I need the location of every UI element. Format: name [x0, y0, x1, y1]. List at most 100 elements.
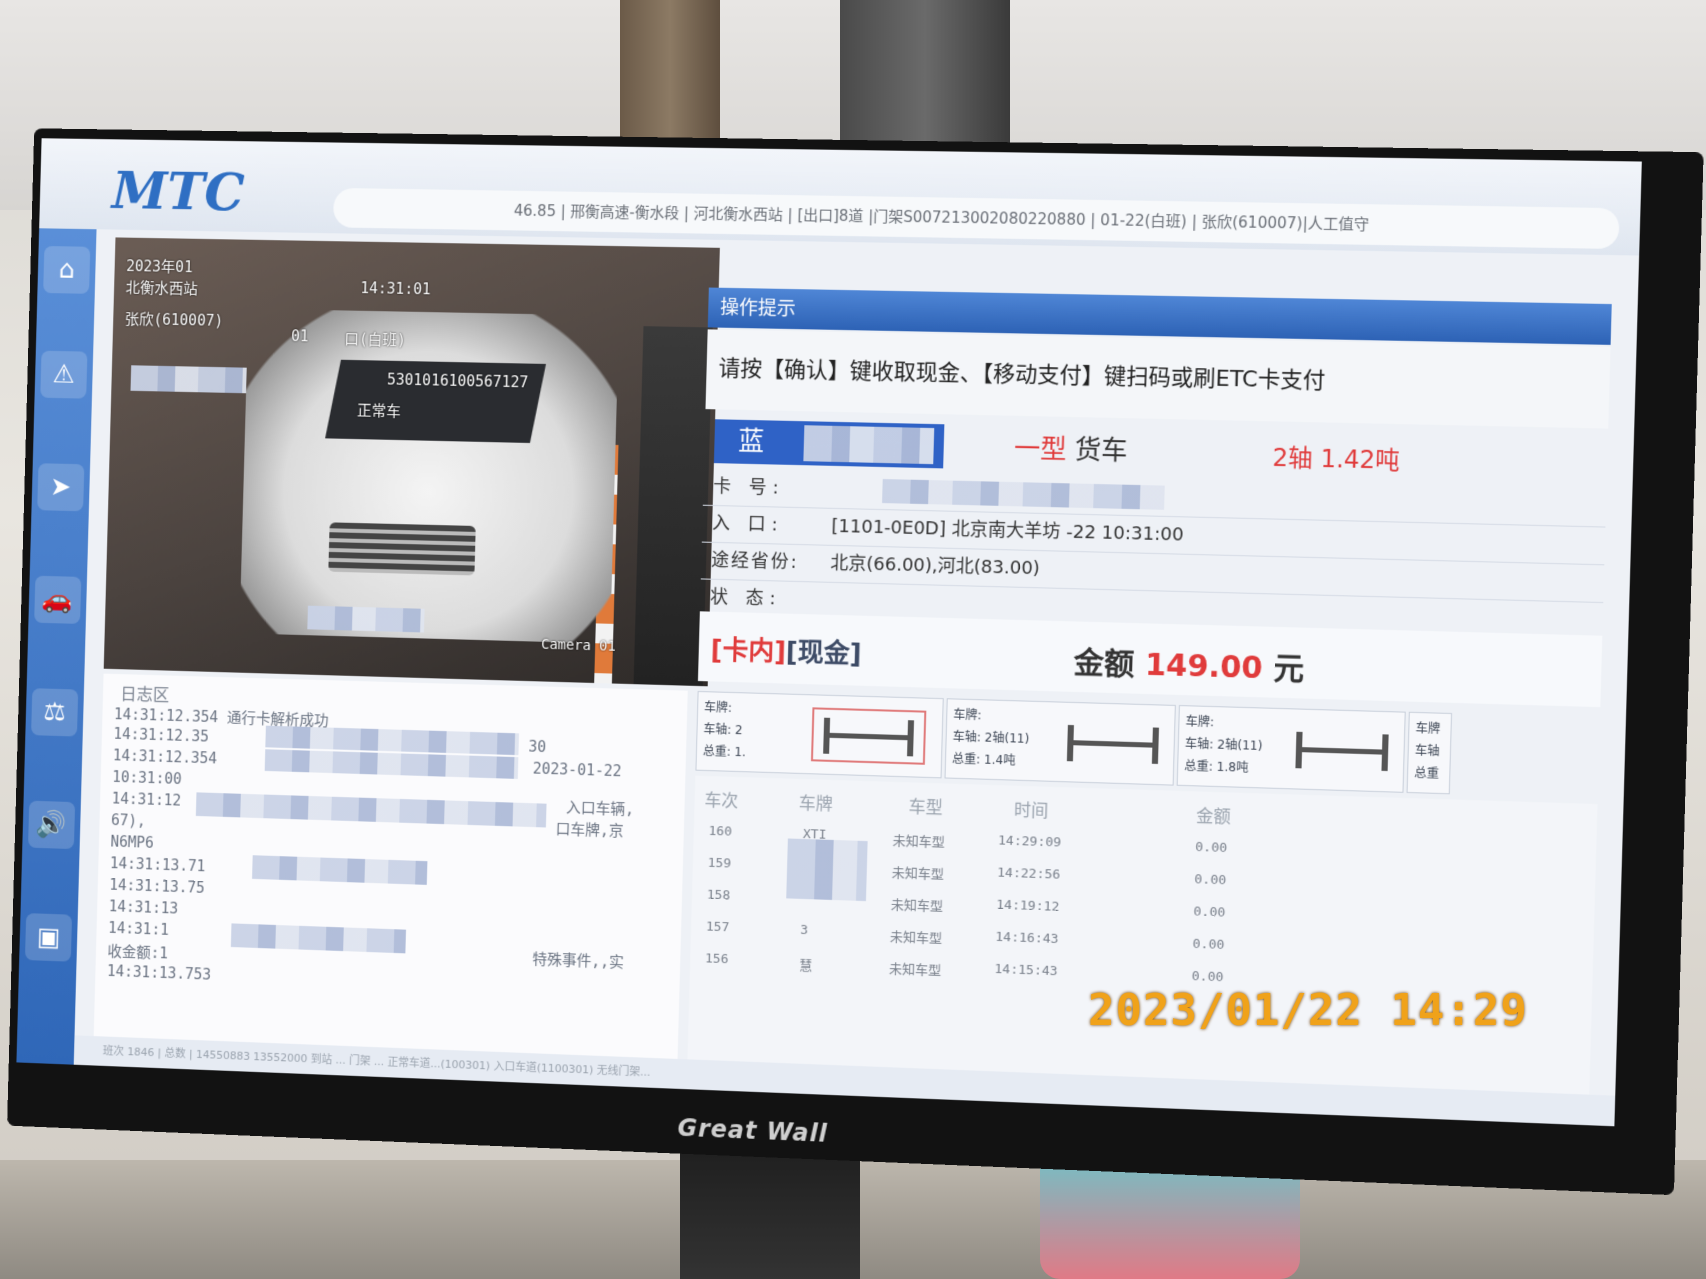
- plate-color: 蓝: [738, 427, 765, 458]
- camera-lane: 01: [291, 327, 309, 345]
- nav-car-icon[interactable]: 🚗: [34, 576, 81, 624]
- log-fragment: 30: [528, 738, 546, 756]
- history-cell: 14:16:43: [995, 930, 1059, 947]
- history-cell: 未知车型: [891, 894, 944, 915]
- log-line: 14:31:12.354: [113, 746, 218, 767]
- axle-card-plate: 车牌:: [953, 705, 982, 723]
- axle-card-axles: 车轴: 2轴(11): [1185, 735, 1263, 755]
- axle-card-axles: 车轴: 2轴(11): [952, 728, 1029, 747]
- axle-card-axles: 车轴: 2: [703, 720, 743, 738]
- camera-shift: 口(白班): [344, 328, 406, 350]
- history-cell: 160: [708, 824, 732, 840]
- log-line: 14:31:13: [108, 897, 178, 917]
- log-line: 14:31:12.35: [113, 725, 209, 746]
- redacted-plate-number: [803, 425, 934, 464]
- axle-diagram-icon: [1057, 717, 1170, 771]
- operation-hint-message: 请按【确认】键收取现金、【移动支付】键扫码或刷ETC卡支付: [705, 329, 1610, 428]
- redacted-log: [231, 923, 406, 953]
- amount: 金额 149.00 元: [1073, 638, 1305, 689]
- photo-timestamp: 2023/01/22 14:29: [1088, 985, 1528, 1036]
- lane-info-bar: 46.85 | 邢衡高速-衡水段 | 河北衡水西站 | [出口]8道 |门架S0…: [333, 188, 1620, 249]
- history-cell: 未知车型: [889, 958, 942, 979]
- history-cell: 156: [705, 951, 729, 967]
- history-cell: 0.00: [1191, 969, 1223, 985]
- log-fragment: 2023-01-22: [533, 760, 622, 781]
- camera-label: Camera 01: [541, 637, 616, 655]
- camera-timestamp-date: 2023年01: [126, 255, 193, 277]
- entry-label: 入 口:: [712, 506, 784, 544]
- history-cell: 未知车型: [890, 926, 943, 947]
- history-cell: 慧: [799, 955, 812, 974]
- background-pole: [620, 0, 720, 150]
- amount-unit: 元: [1273, 651, 1305, 687]
- vehicle-class: 一型: [1014, 434, 1067, 465]
- amount-value: 149.00: [1144, 648, 1263, 687]
- axle-card-weight: 总重: 1.4吨: [952, 750, 1016, 769]
- history-cell: 14:15:43: [994, 962, 1058, 979]
- history-cell: 未知车型: [892, 862, 945, 883]
- history-cell: 157: [706, 920, 730, 936]
- redacted-log: [196, 792, 547, 827]
- axle-card[interactable]: 车牌: 车轴: 2轴(11) 总重: 1.8吨: [1177, 705, 1406, 793]
- log-line: N6MP6: [110, 833, 154, 852]
- axle-card[interactable]: 车牌: 车轴: 2轴(11) 总重: 1.4吨: [945, 698, 1176, 785]
- nav-speaker-icon[interactable]: 🔊: [28, 801, 75, 849]
- log-line: 14:31:12: [111, 790, 181, 810]
- monitor-brand: Great Wall: [677, 1114, 828, 1148]
- history-cell: 14:29:09: [998, 833, 1062, 850]
- payment-source: [卡内]: [710, 636, 786, 668]
- nav-device-icon[interactable]: ▣: [25, 913, 72, 962]
- camera-station: 北衡水西站: [125, 277, 198, 299]
- log-fragment: 特殊事件,,实: [532, 948, 624, 972]
- redacted-plate: [307, 606, 424, 633]
- axle-diagram-icon: [811, 707, 926, 764]
- history-cell: 158: [707, 888, 731, 904]
- log-line: 14:31:13.71: [110, 854, 206, 875]
- log-line: 14:31:1: [108, 919, 169, 939]
- history-cell: 3: [800, 923, 808, 938]
- axle-card[interactable]: 车牌: 车轴: 2 总重: 1.: [695, 691, 943, 778]
- payment-method: [现金]: [785, 638, 861, 670]
- provinces-label: 途经省份:: [711, 543, 799, 581]
- app-logo: MTC: [111, 161, 245, 223]
- log-line: 67),: [111, 811, 146, 830]
- axle-card-plate: 车牌:: [704, 698, 732, 716]
- history-cell: 14:19:12: [996, 898, 1060, 915]
- payment-kind: [卡内][现金]: [710, 630, 862, 671]
- history-cell: 159: [708, 856, 732, 872]
- axle-card[interactable]: 车牌 车轴 总重: [1407, 712, 1453, 795]
- nav-arrow-icon[interactable]: ➤: [37, 463, 84, 511]
- amount-label: 金额: [1073, 646, 1135, 683]
- column-header: 车型: [908, 792, 943, 818]
- vehicle-image: [239, 309, 619, 644]
- axle-card-axles: 车轴: [1415, 741, 1440, 759]
- log-line: 14:31:13.75: [109, 876, 205, 897]
- log-line: 10:31:00: [112, 768, 182, 788]
- card-number-label: 卡 号:: [713, 469, 785, 507]
- log-title: 日志区: [120, 680, 170, 706]
- nav-home-icon[interactable]: ⌂: [43, 246, 90, 294]
- history-cell: 未知车型: [892, 830, 945, 851]
- history-cell: 0.00: [1194, 872, 1226, 888]
- background-pole-2: [840, 0, 1010, 160]
- redacted-plates: [786, 838, 867, 901]
- log-fragment: 口车牌,京: [555, 818, 624, 841]
- nav-alert-icon[interactable]: ⚠: [40, 351, 87, 399]
- nav-scale-icon[interactable]: ⚖: [31, 688, 78, 736]
- column-header: 车次: [704, 786, 738, 812]
- camera-operator: 张欣(610007): [125, 308, 224, 331]
- log-line: 14:31:13.753: [107, 962, 212, 984]
- vehicle-kind: 货车: [1074, 435, 1127, 466]
- redacted-overlay: [130, 365, 246, 393]
- provinces-value: 北京(66.00),河北(83.00): [830, 546, 1040, 587]
- axle-diagram-icon: [1285, 723, 1399, 777]
- camera-view: 2023年01 北衡水西站 14:31:01 张欣(610007) 01 口(白…: [104, 237, 720, 686]
- history-cell: 0.00: [1192, 937, 1224, 953]
- camera-timestamp-time: 14:31:01: [360, 279, 431, 298]
- redacted-card-number: [882, 479, 1165, 510]
- redacted-log: [252, 855, 427, 885]
- history-cell: 0.00: [1195, 840, 1227, 856]
- log-line: 收金额:1: [107, 941, 168, 964]
- axle-card-weight: 总重: [1414, 764, 1439, 782]
- axle-weight: 2轴 1.42吨: [1272, 438, 1400, 476]
